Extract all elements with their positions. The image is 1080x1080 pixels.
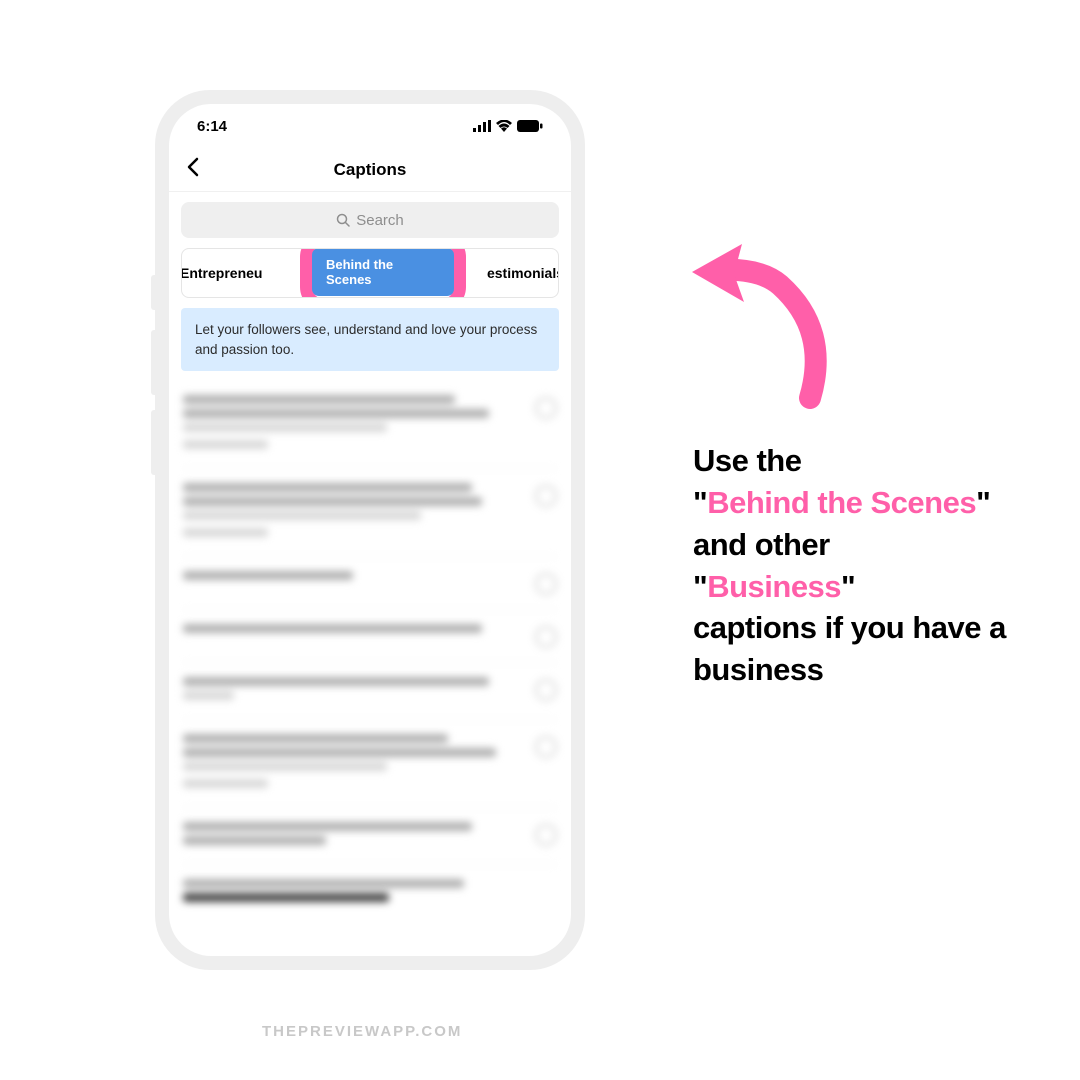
search-input[interactable]: Search: [181, 202, 559, 238]
list-item[interactable]: [183, 808, 557, 865]
tab-behind-scenes[interactable]: Behind the Scenes: [312, 248, 454, 296]
check-icon: [535, 626, 557, 648]
callout-text: Use the "Behind the Scenes" and other "B…: [693, 440, 1023, 691]
phone-volume-down: [151, 410, 157, 475]
status-icons: [473, 120, 543, 132]
footer-watermark: THEPREVIEWAPP.COM: [262, 1023, 462, 1040]
list-item[interactable]: [183, 720, 557, 808]
check-icon: [535, 824, 557, 846]
check-icon: [535, 679, 557, 701]
check-icon: [535, 736, 557, 758]
phone-mute-button: [151, 275, 157, 310]
nav-header: Captions: [169, 148, 571, 192]
list-item[interactable]: [183, 557, 557, 610]
list-item[interactable]: [183, 610, 557, 663]
battery-icon: [517, 120, 543, 132]
check-icon: [535, 397, 557, 419]
back-button[interactable]: [185, 156, 199, 184]
tab-entrepreneur[interactable]: Entrepreneu: [181, 265, 278, 281]
search-icon: [336, 213, 350, 227]
tab-testimonials[interactable]: estimonials: [471, 265, 559, 281]
list-item[interactable]: [183, 381, 557, 469]
check-icon: [535, 485, 557, 507]
cellular-icon: [473, 120, 491, 132]
page-title: Captions: [334, 160, 407, 180]
highlight-annotation: Behind the Scenes: [300, 248, 466, 298]
wifi-icon: [496, 120, 512, 132]
arrow-annotation: [680, 230, 860, 415]
check-icon: [535, 573, 557, 595]
caption-list: [169, 381, 571, 921]
status-time: 6:14: [197, 118, 227, 135]
phone-screen: 6:14 Captions Search Entrepreneu estimon…: [169, 104, 571, 956]
phone-frame: 6:14 Captions Search Entrepreneu estimon…: [155, 90, 585, 970]
search-placeholder: Search: [356, 212, 404, 229]
phone-volume-up: [151, 330, 157, 395]
status-bar: 6:14: [169, 104, 571, 148]
list-item[interactable]: [183, 865, 557, 921]
curved-arrow-icon: [680, 230, 860, 410]
list-item[interactable]: [183, 469, 557, 557]
category-tabs: Entrepreneu estimonials Behind the Scene…: [181, 248, 559, 298]
info-banner: Let your followers see, understand and l…: [181, 308, 559, 371]
list-item[interactable]: [183, 663, 557, 720]
chevron-left-icon: [185, 157, 199, 177]
